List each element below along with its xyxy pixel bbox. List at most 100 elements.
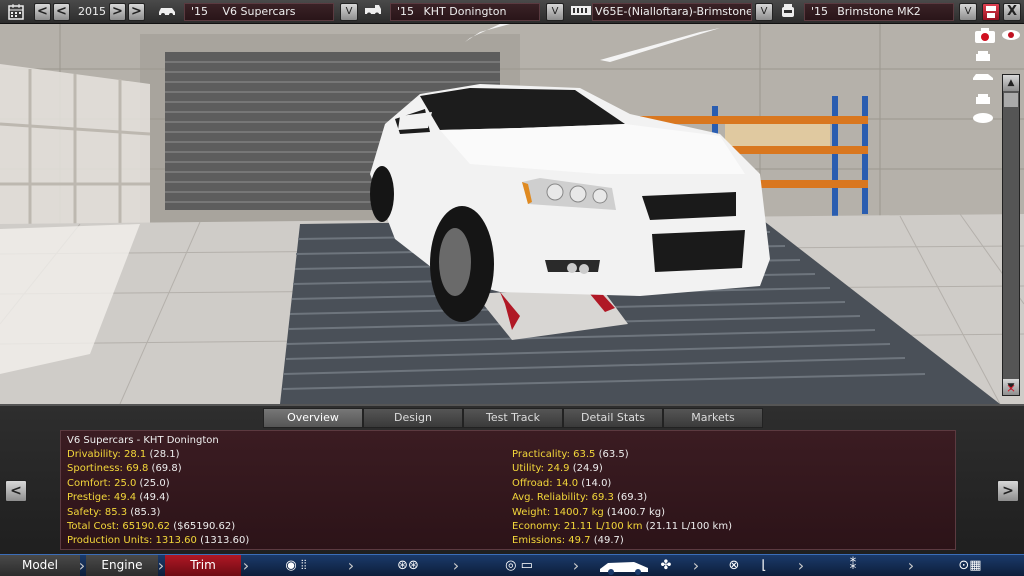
model-name: V6 Supercars [222, 5, 296, 18]
finish-icon[interactable]: ⊙▦ [945, 555, 995, 576]
cooling-icon[interactable]: ✤ [655, 555, 677, 576]
stat-label: Production Units: [67, 535, 153, 547]
panel-next-button[interactable]: > [997, 480, 1019, 502]
nav-trim[interactable]: Trim [165, 555, 241, 576]
tab-design[interactable]: Design [363, 408, 463, 428]
stat-value: 25.0 [114, 477, 137, 489]
trim-dropdown-button[interactable]: V [546, 3, 564, 21]
stat-row: Emissions: 49.7 (49.7) [512, 535, 624, 546]
stat-base-value: (14.0) [581, 477, 612, 489]
view-rear-icon[interactable] [972, 92, 994, 108]
model-select-field[interactable]: '15 V6 Supercars [184, 3, 334, 21]
engine-icon [570, 3, 592, 21]
stat-row: Utility: 24.9 (24.9) [512, 463, 603, 474]
chevron-right-icon: › [797, 556, 805, 575]
stat-value: 69.8 [126, 463, 149, 475]
stat-label: Drivability: [67, 449, 121, 460]
engine-dropdown-button[interactable]: V [755, 3, 773, 21]
stat-base-value: (85.3) [130, 506, 161, 518]
variant-select-field[interactable]: '15 Brimstone MK2 [804, 3, 954, 21]
stat-label: Weight: [512, 506, 551, 518]
car-model-icon [156, 3, 178, 21]
stat-label: Offroad: [512, 477, 553, 489]
year-next-button[interactable]: > [109, 3, 126, 21]
stats-title: V6 Supercars - KHT Donington [67, 435, 219, 446]
stat-row: Practicality: 63.5 (63.5) [512, 449, 629, 460]
seat-icon[interactable]: ⌊ [754, 555, 774, 576]
scroll-up-button[interactable]: ▲ [1003, 75, 1019, 91]
year-prev-fast-button[interactable]: < [34, 3, 51, 21]
nav-model[interactable]: Model [0, 555, 80, 576]
exhaust-icon[interactable]: ⁑ [843, 555, 863, 576]
stat-row: Comfort: 25.0 (25.0) [67, 478, 170, 489]
variant-dropdown-button[interactable]: V [959, 3, 977, 21]
nav-engine[interactable]: Engine [86, 555, 158, 576]
trim-select-field[interactable]: '15 KHT Donington [390, 3, 540, 21]
stat-base-value: (49.4) [139, 492, 170, 504]
variant-name: Brimstone MK2 [837, 5, 921, 18]
info-panel: Overview Design Test Track Detail Stats … [0, 404, 1024, 554]
stat-base-value: (28.1) [149, 449, 180, 460]
stat-base-value: (1400.7 kg) [606, 506, 666, 518]
engine-select-field[interactable]: V65E-(Nialloftara)-Brimstone MK [592, 3, 752, 21]
panel-prev-button[interactable]: < [5, 480, 27, 502]
stat-base-value: (1313.60) [200, 535, 250, 547]
camera-record-icon[interactable] [974, 28, 996, 44]
stat-value: 69.3 [591, 492, 614, 504]
view-side-icon[interactable] [972, 70, 994, 86]
year-next-fast-button[interactable]: > [128, 3, 145, 21]
stat-label: Utility: [512, 463, 545, 475]
scene-toolbar: ▲ ▼ ⨯ [973, 24, 1024, 404]
tab-test-track[interactable]: Test Track [463, 408, 563, 428]
model-dropdown-button[interactable]: V [340, 3, 358, 21]
stat-base-value: (49.7) [593, 535, 624, 547]
calendar-icon[interactable] [6, 3, 26, 21]
car-viewport[interactable] [0, 24, 1024, 404]
stat-row: Offroad: 14.0 (14.0) [512, 478, 611, 489]
stat-row: Prestige: 49.4 (49.4) [67, 492, 169, 503]
stat-base-value: (69.8) [151, 463, 182, 475]
tab-markets[interactable]: Markets [663, 408, 763, 428]
eye-icon[interactable] [1000, 28, 1022, 44]
tab-overview[interactable]: Overview [263, 408, 363, 428]
stat-value: 14.0 [555, 477, 579, 489]
stat-value: 1400.7 kg [553, 506, 604, 518]
year-prev-button[interactable]: < [53, 3, 70, 21]
stat-row: Total Cost: 65190.62 ($65190.62) [67, 521, 235, 532]
stat-row: Sportiness: 69.8 (69.8) [67, 463, 182, 474]
chevron-right-icon: › [692, 556, 700, 575]
interior-icon[interactable]: ⊗ [724, 555, 744, 576]
stat-row: Safety: 85.3 (85.3) [67, 507, 160, 518]
stat-label: Sportiness: [67, 463, 123, 475]
trim-icon [362, 3, 384, 21]
stat-row: Weight: 1400.7 kg (1400.7 kg) [512, 507, 665, 518]
stat-label: Total Cost: [67, 521, 120, 532]
stat-label: Safety: [67, 506, 102, 518]
wheels-icon[interactable]: ⊛⊛ [388, 555, 428, 576]
chevron-right-icon: › [907, 556, 915, 575]
stat-base-value: (21.11 L/100 km) [645, 521, 732, 532]
suspension-icon[interactable]: ◎ ▭ [495, 555, 543, 576]
stat-value: 24.9 [547, 463, 570, 475]
bottom-navigation: Model › Engine › Trim › ◉ ⦙⦙ › ⊛⊛ › ◎ ▭ … [0, 554, 1024, 576]
body-icon[interactable] [595, 555, 655, 576]
trim-name: KHT Donington [423, 5, 507, 18]
stat-label: Emissions: [512, 535, 566, 547]
stat-value: 49.7 [568, 535, 591, 547]
stat-label: Avg. Reliability: [512, 492, 589, 504]
view-top-icon[interactable] [972, 112, 994, 128]
close-button[interactable]: X [1003, 3, 1021, 21]
stat-row: Avg. Reliability: 69.3 (69.3) [512, 492, 647, 503]
lift-toggle-icon[interactable]: ⨯ [1000, 380, 1022, 396]
view-scrollbar[interactable]: ▲ ▼ [1002, 74, 1020, 396]
stat-row: Economy: 21.11 L/100 km (21.11 L/100 km) [512, 521, 732, 532]
gearbox-icon[interactable]: ◉ ⦙⦙ [276, 555, 316, 576]
view-front-icon[interactable] [972, 50, 994, 66]
tab-detail-stats[interactable]: Detail Stats [563, 408, 663, 428]
chevron-right-icon: › [347, 556, 355, 575]
chevron-right-icon: › [242, 556, 250, 575]
scroll-thumb[interactable] [1004, 93, 1018, 107]
stat-base-value: (63.5) [598, 449, 629, 460]
stat-base-value: (69.3) [617, 492, 648, 504]
save-icon[interactable] [982, 3, 1000, 21]
